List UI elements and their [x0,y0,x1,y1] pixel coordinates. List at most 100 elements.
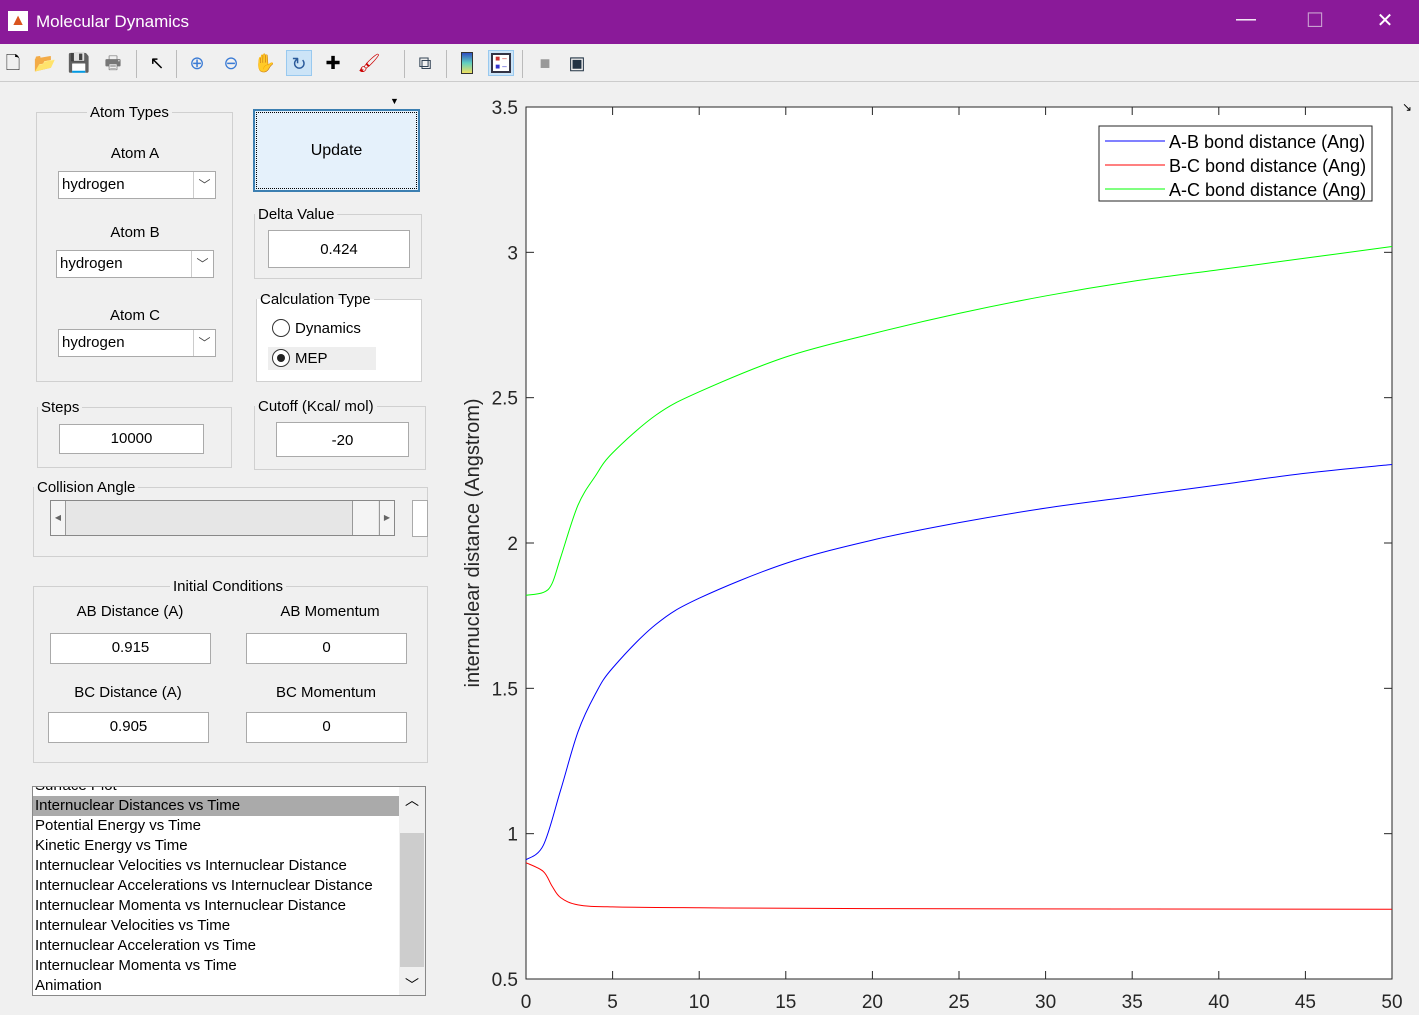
atom-b-select[interactable]: hydrogen ﹀ [56,250,214,278]
list-item[interactable]: Internuclear Velocities vs Internuclear … [33,856,399,876]
data-cursor-icon[interactable]: ✚ [320,50,346,76]
ab-distance-label: AB Distance (A) [76,603,184,620]
atom-c-select[interactable]: hydrogen ﹀ [58,329,216,357]
zoom-in-icon[interactable]: ⊕ [184,50,210,76]
list-item[interactable]: Surface Plot [33,787,399,796]
list-item[interactable]: Internuclear Accelerations vs Internucle… [33,876,399,896]
dynamics-label: Dynamics [295,320,361,337]
brush-dropdown-icon[interactable]: ▼ [390,96,399,106]
atom-b-value: hydrogen [60,255,123,272]
x-tick-label: 45 [1295,992,1316,1013]
x-tick-label: 50 [1381,992,1402,1013]
delta-value-legend: Delta Value [258,206,335,223]
atom-b-label: Atom B [110,224,160,241]
zoom-out-icon[interactable]: ⊖ [218,50,244,76]
rotate-3d-icon[interactable]: ↻ [286,50,312,76]
calculation-type-legend: Calculation Type [260,291,371,308]
new-file-icon[interactable]: 🗋 [0,50,26,76]
x-tick-label: 15 [775,992,796,1013]
mep-label: MEP [295,350,328,367]
y-tick-label: 3 [507,243,518,264]
print-icon[interactable]: 🖶 [100,50,126,76]
brush-icon[interactable]: 🖌 [356,50,382,76]
slider-thumb[interactable] [352,501,378,535]
atom-c-label: Atom C [109,307,160,324]
dynamics-radio[interactable] [272,319,290,337]
legend-entry: A-B bond distance (Ang) [1169,132,1365,152]
slider-right-arrow-icon[interactable]: ▶ [379,501,394,535]
collision-angle-legend: Collision Angle [37,479,136,496]
plot-area [525,106,1393,980]
y-tick-label: 1.5 [492,679,518,700]
update-button[interactable]: Update [253,109,420,192]
list-item[interactable]: Kinetic Energy vs Time [33,836,399,856]
legend-entry: B-C bond distance (Ang) [1169,156,1366,176]
legend-icon[interactable]: ■ ‒ ■ ‒ [488,50,514,76]
cutoff-legend: Cutoff (Kcal/ mol) [258,398,374,415]
x-tick-label: 35 [1122,992,1143,1013]
scroll-down-icon[interactable]: ﹀ [399,975,425,995]
y-tick-label: 0.5 [492,970,518,991]
scroll-thumb[interactable] [400,833,424,967]
atom-a-value: hydrogen [62,176,125,193]
mep-radio[interactable] [272,349,290,367]
bc-distance-input[interactable]: 0.905 [48,712,209,743]
initial-conditions-legend: Initial Conditions [173,578,284,595]
title-bar: ▲ Molecular Dynamics — ☐ ✕ [0,0,1419,44]
list-item[interactable]: Internuclear Distances vs Time [33,796,399,816]
chevron-down-icon: ﹀ [193,330,215,356]
list-item[interactable]: Animation [33,976,399,995]
list-item[interactable]: Internuclear Momenta vs Internuclear Dis… [33,896,399,916]
bc-momentum-label: BC Momentum [275,684,377,701]
atom-c-value: hydrogen [62,334,125,351]
collision-angle-slider[interactable]: ◀ ▶ [50,500,395,536]
plot-type-listbox[interactable]: Surface PlotInternuclear Distances vs Ti… [32,786,426,996]
y-tick-label: 3.5 [492,98,518,119]
y-tick-label: 1 [507,825,518,846]
pointer-icon[interactable]: ↖ [144,50,170,76]
bc-distance-label: BC Distance (A) [74,684,182,701]
list-item[interactable]: Internulear Velocities vs Time [33,916,399,936]
chevron-down-icon: ﹀ [191,251,213,277]
minimize-button[interactable]: — [1226,8,1266,31]
legend-entry: A-C bond distance (Ang) [1169,180,1366,200]
cutoff-input[interactable]: -20 [276,422,409,457]
atom-a-label: Atom A [110,145,160,162]
scroll-up-icon[interactable]: ︿ [399,787,425,813]
close-button[interactable]: ✕ [1365,8,1405,33]
x-tick-label: 0 [521,992,532,1013]
list-scrollbar[interactable]: ︿ ﹀ [399,787,425,995]
maximize-button[interactable]: ☐ [1295,8,1335,33]
show-plot-tools-icon[interactable]: ▣ [564,50,590,76]
ab-momentum-label: AB Momentum [280,603,380,620]
link-plot-icon[interactable]: ⧉ [412,50,438,76]
matlab-logo-icon: ▲ [8,11,28,31]
delta-value-input[interactable]: 0.424 [268,230,410,268]
distance-plot: 0 5 10 15 20 25 30 35 40 45 50 0.5 1 1.5 2 2.5 3 3.5 inter… [462,98,1403,1013]
list-item[interactable]: Internuclear Acceleration vs Time [33,936,399,956]
hide-plot-tools-icon[interactable]: ■ [532,50,558,76]
list-item[interactable]: Internuclear Momenta vs Time [33,956,399,976]
open-folder-icon[interactable]: 📂 [32,50,58,76]
x-tick-label: 40 [1208,992,1229,1013]
x-tick-label: 5 [607,992,618,1013]
save-icon[interactable]: 💾 [66,50,92,76]
atom-types-legend: Atom Types [90,104,169,121]
x-tick-label: 30 [1035,992,1056,1013]
window-title: Molecular Dynamics [36,12,190,31]
collision-angle-input[interactable] [412,500,428,537]
colorbar-icon[interactable] [454,50,480,76]
y-axis-label: internuclear distance (Angstrom) [462,398,484,687]
bc-momentum-input[interactable]: 0 [246,712,407,743]
y-tick-label: 2.5 [492,389,518,410]
ab-momentum-input[interactable]: 0 [246,633,407,664]
list-item[interactable]: Potential Energy vs Time [33,816,399,836]
steps-input[interactable]: 10000 [59,424,204,454]
ab-distance-input[interactable]: 0.915 [50,633,211,664]
slider-left-arrow-icon[interactable]: ◀ [51,501,66,535]
x-tick-label: 25 [948,992,969,1013]
x-tick-label: 10 [689,992,710,1013]
pan-hand-icon[interactable]: ✋ [252,50,278,76]
atom-a-select[interactable]: hydrogen ﹀ [58,171,216,199]
chevron-down-icon: ﹀ [193,172,215,198]
